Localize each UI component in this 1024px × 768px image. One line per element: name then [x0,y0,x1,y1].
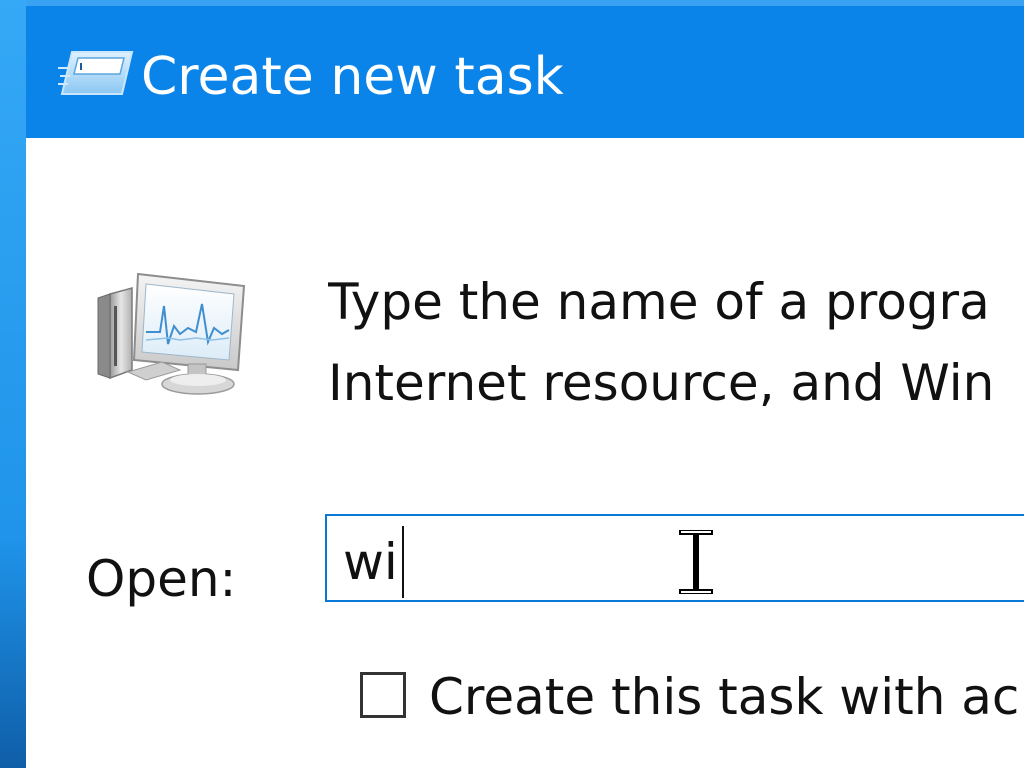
open-label: Open: [86,550,237,608]
text-ibeam-cursor-icon [679,530,713,594]
instruction-line-2: Internet resource, and Win [328,354,995,412]
instruction-line-1: Type the name of a progra [328,273,990,331]
run-dialog-icon [58,51,134,95]
create-new-task-dialog: Create new task Type the name of a progr… [26,0,1024,768]
dialog-title: Create new task [141,47,564,107]
desktop-background [0,0,26,768]
task-manager-monitor-icon [97,272,246,395]
screen: Create new task Type the name of a progr… [0,0,1024,768]
title-bar[interactable]: Create new task [26,0,1024,138]
text-caret [402,526,404,598]
admin-privileges-checkbox-label[interactable]: Create this task with ac [429,664,1019,730]
open-input[interactable]: wi [325,514,1024,602]
open-input-value: wi [343,533,398,591]
instruction-text: Type the name of a progra Internet resou… [328,262,1024,424]
admin-privileges-checkbox[interactable] [360,672,406,718]
